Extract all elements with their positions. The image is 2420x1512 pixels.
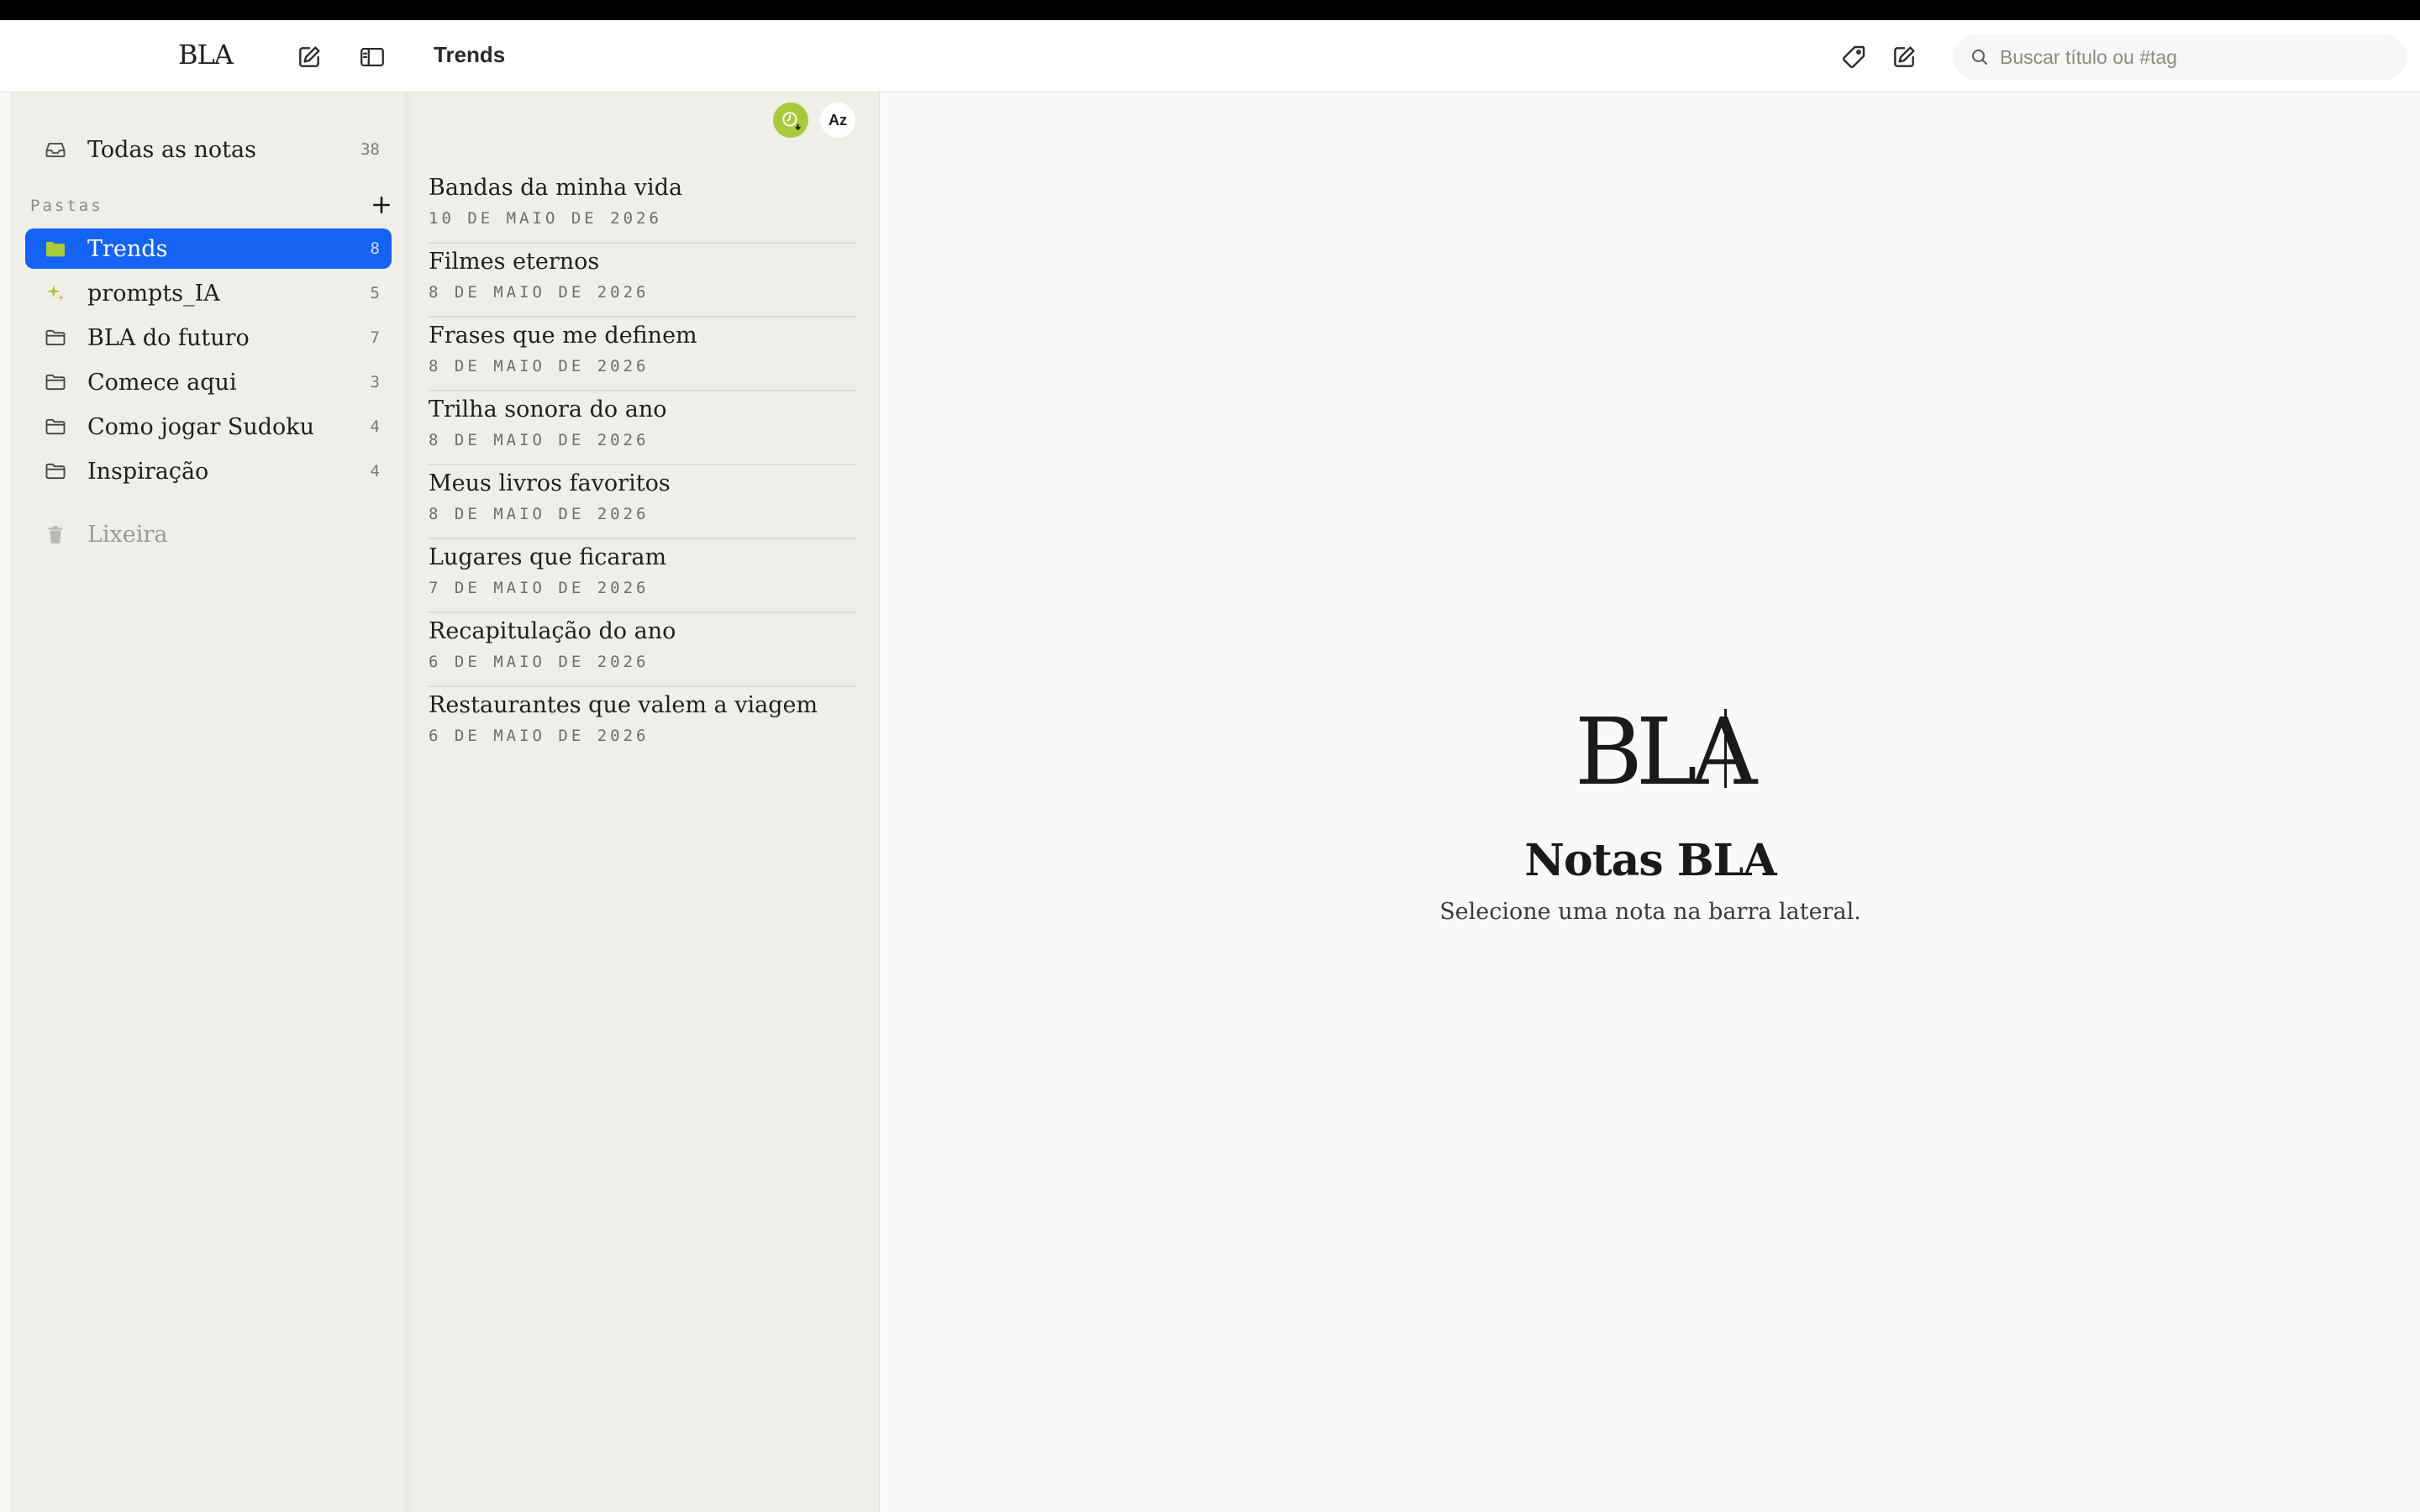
note-item[interactable]: Frases que me definem 8 DE MAIO DE 2026 xyxy=(429,318,857,391)
inbox-icon xyxy=(42,136,69,163)
sort-alphabetical-button[interactable]: Az xyxy=(820,102,855,138)
clock-icon xyxy=(782,112,801,131)
sidebar-item-count: 8 xyxy=(370,239,380,258)
note-title: Bandas da minha vida xyxy=(429,175,683,201)
trash-icon xyxy=(42,521,69,548)
empty-state-subtitle: Selecione uma nota na barra lateral. xyxy=(1439,899,1861,925)
folder-green-icon xyxy=(42,235,69,262)
sidebar-item-count: 4 xyxy=(370,462,380,480)
plus-icon xyxy=(373,197,390,213)
note-title: Lugares que ficaram xyxy=(429,544,667,570)
sidebar-item-count: 38 xyxy=(360,140,380,159)
search-box[interactable] xyxy=(1953,34,2407,80)
tag-icon xyxy=(1842,45,1865,69)
sidebar-icon xyxy=(360,47,384,67)
sort-by-date-button[interactable] xyxy=(773,102,808,138)
sidebar-item-label: Inspiração xyxy=(87,458,209,485)
top-bar: BLA Trends xyxy=(0,20,2420,92)
sidebar-item-label: Trends xyxy=(87,235,168,262)
note-item[interactable]: Filmes eternos 8 DE MAIO DE 2026 xyxy=(429,244,857,318)
search-input[interactable] xyxy=(2000,45,2386,69)
note-title: Restaurantes que valem a viagem xyxy=(429,692,818,718)
note-date: 10 DE MAIO DE 2026 xyxy=(429,209,662,228)
sparkle-icon xyxy=(42,280,69,307)
page-title: Trends xyxy=(434,42,506,67)
sidebar-item-comece-aqui[interactable]: Comece aqui 3 xyxy=(25,362,392,402)
sidebar-item-como-jogar-sudoku[interactable]: Como jogar Sudoku 4 xyxy=(25,407,392,447)
note-date: 6 DE MAIO DE 2026 xyxy=(429,653,650,671)
new-note-button[interactable] xyxy=(291,39,328,76)
sidebar-item-label: Como jogar Sudoku xyxy=(87,413,315,440)
compose-icon xyxy=(1894,46,1915,67)
sidebar-item-label: Comece aqui xyxy=(87,369,237,396)
compose-icon xyxy=(299,46,320,67)
logo-cursor-bar xyxy=(1724,709,1727,788)
note-title: Recapitulação do ano xyxy=(429,618,676,644)
sidebar-item-inspiracao[interactable]: Inspiração 4 xyxy=(25,451,392,491)
folder-icon xyxy=(42,369,69,396)
note-list: Az Bandas da minha vida 10 DE MAIO DE 20… xyxy=(405,92,880,1512)
tags-button[interactable] xyxy=(1835,39,1872,76)
app-window: BLA Trends Buscar título ou #tag Todas a… xyxy=(0,20,2420,1512)
toggle-sidebar-button[interactable] xyxy=(354,39,391,76)
note-date: 8 DE MAIO DE 2026 xyxy=(429,283,650,302)
sidebar-item-label: prompts_IA xyxy=(87,280,220,307)
sidebar-item-label: BLA do futuro xyxy=(87,324,250,351)
folder-icon xyxy=(42,458,69,485)
note-item[interactable]: Meus livros favoritos 8 DE MAIO DE 2026 xyxy=(429,465,857,539)
note-item[interactable]: Recapitulação do ano 6 DE MAIO DE 2026 xyxy=(429,613,857,687)
note-title: Filmes eternos xyxy=(429,249,600,275)
note-title: Frases que me definem xyxy=(429,323,697,349)
note-date: 7 DE MAIO DE 2026 xyxy=(429,579,650,597)
sidebar-item-bla-do-futuro[interactable]: BLA do futuro 7 xyxy=(25,318,392,358)
add-folder-button[interactable] xyxy=(366,190,397,220)
empty-state-title: Notas BLA xyxy=(1524,835,1776,886)
sidebar-item-label: Todas as notas xyxy=(87,136,256,163)
note-item[interactable]: Bandas da minha vida 10 DE MAIO DE 2026 xyxy=(429,170,857,244)
sidebar-item-trash[interactable]: Lixeira xyxy=(25,514,392,554)
sidebar-item-count: 4 xyxy=(370,417,380,436)
note-date: 8 DE MAIO DE 2026 xyxy=(429,505,650,523)
folder-icon xyxy=(42,324,69,351)
note-date: 8 DE MAIO DE 2026 xyxy=(429,357,650,375)
note-date: 8 DE MAIO DE 2026 xyxy=(429,431,650,449)
note-item[interactable]: Restaurantes que valem a viagem 6 DE MAI… xyxy=(429,687,857,761)
note-title: Trilha sonora do ano xyxy=(429,396,667,423)
notes-container: Bandas da minha vida 10 DE MAIO DE 2026 … xyxy=(429,170,857,761)
note-item[interactable]: Trilha sonora do ano 8 DE MAIO DE 2026 xyxy=(429,391,857,465)
sidebar-item-count: 5 xyxy=(370,284,380,302)
sidebar-item-count: 7 xyxy=(370,328,380,347)
note-date: 6 DE MAIO DE 2026 xyxy=(429,727,650,745)
sidebar-item-count: 3 xyxy=(370,373,380,391)
new-note-button-right[interactable] xyxy=(1886,39,1923,76)
folder-icon xyxy=(42,413,69,440)
note-title: Meus livros favoritos xyxy=(429,470,671,496)
sidebar-item-label: Lixeira xyxy=(87,521,168,548)
folders-section-label: Pastas xyxy=(30,197,103,215)
sidebar: Todas as notas 38 Pastas Trends 8 prompt… xyxy=(10,92,405,1512)
sidebar-item-trends[interactable]: Trends 8 xyxy=(25,228,392,269)
search-icon xyxy=(1972,50,1987,65)
note-item[interactable]: Lugares que ficaram 7 DE MAIO DE 2026 xyxy=(429,539,857,613)
app-logo: BLA xyxy=(178,39,234,71)
sidebar-item-all-notes[interactable]: Todas as notas 38 xyxy=(25,129,392,170)
main-content: BLA Notas BLA Selecione uma nota na barr… xyxy=(881,92,2420,1512)
sidebar-item-prompts-ia[interactable]: prompts_IA 5 xyxy=(25,273,392,313)
